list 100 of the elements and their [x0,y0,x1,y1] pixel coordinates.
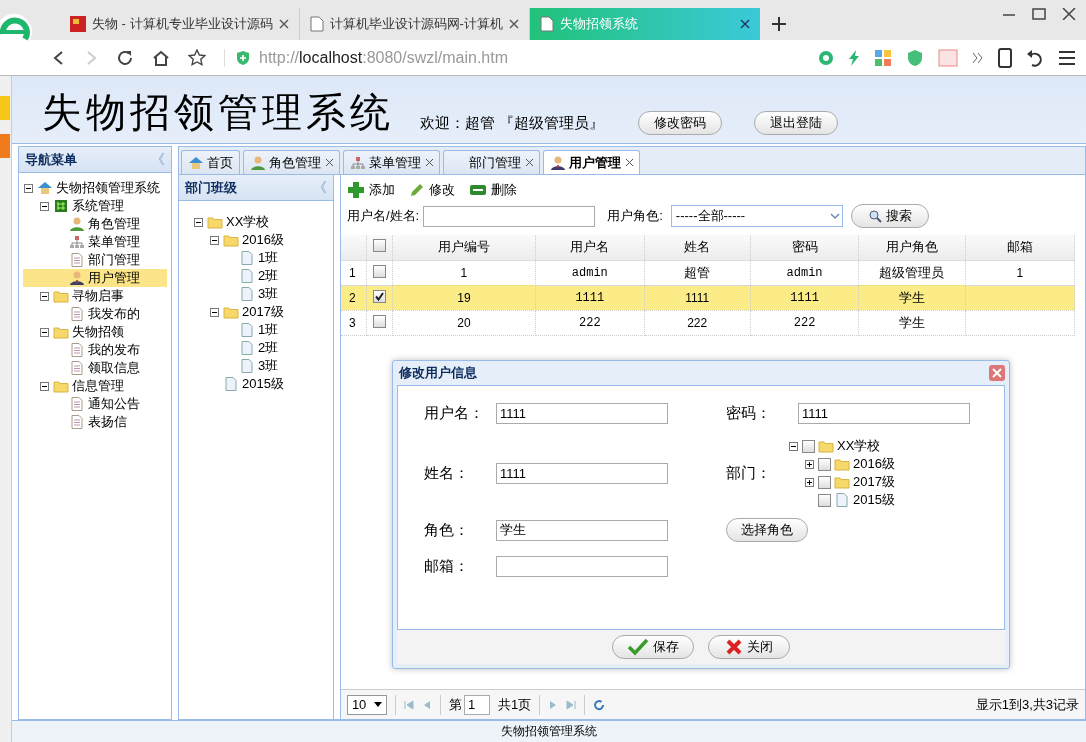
undo-icon[interactable] [1026,48,1044,67]
field-label: 用户名： [424,403,485,423]
home-icon[interactable] [152,48,170,67]
row-checkbox[interactable] [372,290,386,303]
page-number-field[interactable]: 1 [464,694,490,715]
menu-icon[interactable] [1058,49,1076,66]
dialog-button[interactable]: 关闭 [708,635,790,659]
role-field[interactable]: 学生 [496,519,668,541]
tree-node[interactable]: 2016级 [193,231,329,249]
close-icon[interactable] [739,19,750,29]
person-icon [69,270,85,286]
tree-node[interactable]: XX学校 [193,213,329,231]
tree-node[interactable]: 用户管理 [23,269,167,287]
email-field[interactable] [496,555,668,577]
name-search-field[interactable] [423,205,596,227]
checkbox[interactable] [818,457,831,471]
row-checkbox[interactable] [372,264,386,278]
tree-node[interactable]: 2015级 [788,491,1004,509]
tree-node[interactable]: 我的发布 [23,341,167,359]
table-row[interactable]: 2 19 1111 1111 1111 学生 [341,285,1075,310]
expand-toggle-icon[interactable] [805,459,814,469]
checkbox[interactable] [818,475,831,489]
more-icon[interactable] [972,51,984,64]
tree-node[interactable]: 角色管理 [23,215,167,233]
search-button[interactable]: 搜索 [850,204,929,228]
password-field[interactable]: 1111 [798,402,970,424]
star-icon[interactable] [188,48,206,67]
hierarchy-icon [69,234,85,250]
header-button[interactable]: 修改密码 [638,111,723,135]
maximize-icon[interactable] [1032,8,1046,20]
collapse-toggle-icon[interactable] [40,381,49,391]
tree-node[interactable]: 表扬信 [23,413,167,431]
tree-node[interactable]: 2017级 [193,303,329,321]
collapse-toggle-icon[interactable] [789,441,798,451]
checkbox[interactable] [818,493,831,507]
select-role-button[interactable]: 选择角色 [726,518,808,542]
close-icon[interactable] [526,159,533,166]
address-field[interactable]: http://localhost:8080/swzl/main.htm [224,48,704,67]
collapse-toggle-icon[interactable] [40,201,49,211]
close-icon[interactable] [508,19,519,29]
tree-node[interactable]: 3班 [193,285,329,303]
tree-node[interactable]: 系统管理 [23,197,167,215]
apps-icon[interactable] [874,48,892,67]
tree-node[interactable]: 失物招领管理系统 [23,179,167,197]
content-tab[interactable]: 菜单管理 [343,150,440,174]
tree-node[interactable]: 通知公告 [23,395,167,413]
tree-node[interactable]: 3班 [193,357,329,375]
close-icon[interactable] [278,19,289,29]
close-icon[interactable] [626,159,633,166]
dropdown-arrow-icon[interactable] [374,701,383,708]
page-size-select[interactable]: 10 [347,694,387,715]
toolbar-button[interactable]: 添加 [347,181,395,199]
tree-node[interactable]: XX学校 [788,437,1004,455]
username-field[interactable]: 1111 [496,402,668,424]
row-checkbox[interactable] [372,314,386,328]
toolbar-button[interactable]: 删除 [469,181,517,199]
role-select[interactable]: -----全部----- [670,205,843,227]
reload-icon[interactable] [116,48,134,67]
collapse-toggle-icon[interactable] [24,183,33,193]
refresh-icon[interactable] [593,698,606,711]
tree-node[interactable]: 2015级 [193,375,329,393]
tree-node[interactable]: 失物招领 [23,323,167,341]
aperture-icon[interactable] [818,49,834,66]
select-all-checkbox[interactable] [372,239,386,253]
collapse-toggle-icon[interactable] [210,235,219,245]
tree-node[interactable]: 2班 [193,339,329,357]
collapse-toggle-icon[interactable] [40,291,49,301]
collapse-toggle-icon[interactable] [210,307,219,317]
header-button[interactable]: 退出登陆 [754,111,839,135]
content-tab[interactable]: 部门管理 [443,150,540,174]
close-icon[interactable] [426,159,433,166]
content-tab[interactable]: 角色管理 [243,150,340,174]
dialog-button[interactable]: 保存 [612,635,694,659]
close-icon[interactable] [1062,8,1076,20]
tree-node[interactable]: 2017级 [788,473,1004,491]
content-tab[interactable]: 首页 [181,150,240,174]
tree-node[interactable]: 1班 [193,249,329,267]
toolbar-button[interactable]: 修改 [409,181,455,199]
tree-node[interactable]: 领取信息 [23,359,167,377]
new-tab-icon[interactable] [771,17,786,31]
expand-toggle-icon[interactable] [805,477,814,487]
lightning-icon[interactable] [848,49,860,66]
name-field[interactable]: 1111 [496,462,668,484]
tree-node[interactable]: 1班 [193,321,329,339]
tree-node[interactable]: 我发布的 [23,305,167,323]
tree-node[interactable]: 菜单管理 [23,233,167,251]
collapse-toggle-icon[interactable] [194,217,203,227]
content-tab[interactable]: 用户管理 [543,150,640,174]
phone-icon[interactable] [998,47,1012,68]
close-icon[interactable] [326,159,333,166]
tree-node[interactable]: 部门管理 [23,251,167,269]
tree-node[interactable]: 2016级 [788,455,1004,473]
tree-node[interactable]: 寻物启事 [23,287,167,305]
table-row[interactable]: 3 20 222 222 222 学生 [341,310,1075,335]
tree-node[interactable]: 信息管理 [23,377,167,395]
checkbox[interactable] [802,439,815,453]
table-row[interactable]: 1 1 admin 超管 admin 超级管理员 1 [341,260,1075,285]
file-icon [834,492,850,508]
collapse-toggle-icon[interactable] [40,327,49,337]
tree-node[interactable]: 2班 [193,267,329,285]
